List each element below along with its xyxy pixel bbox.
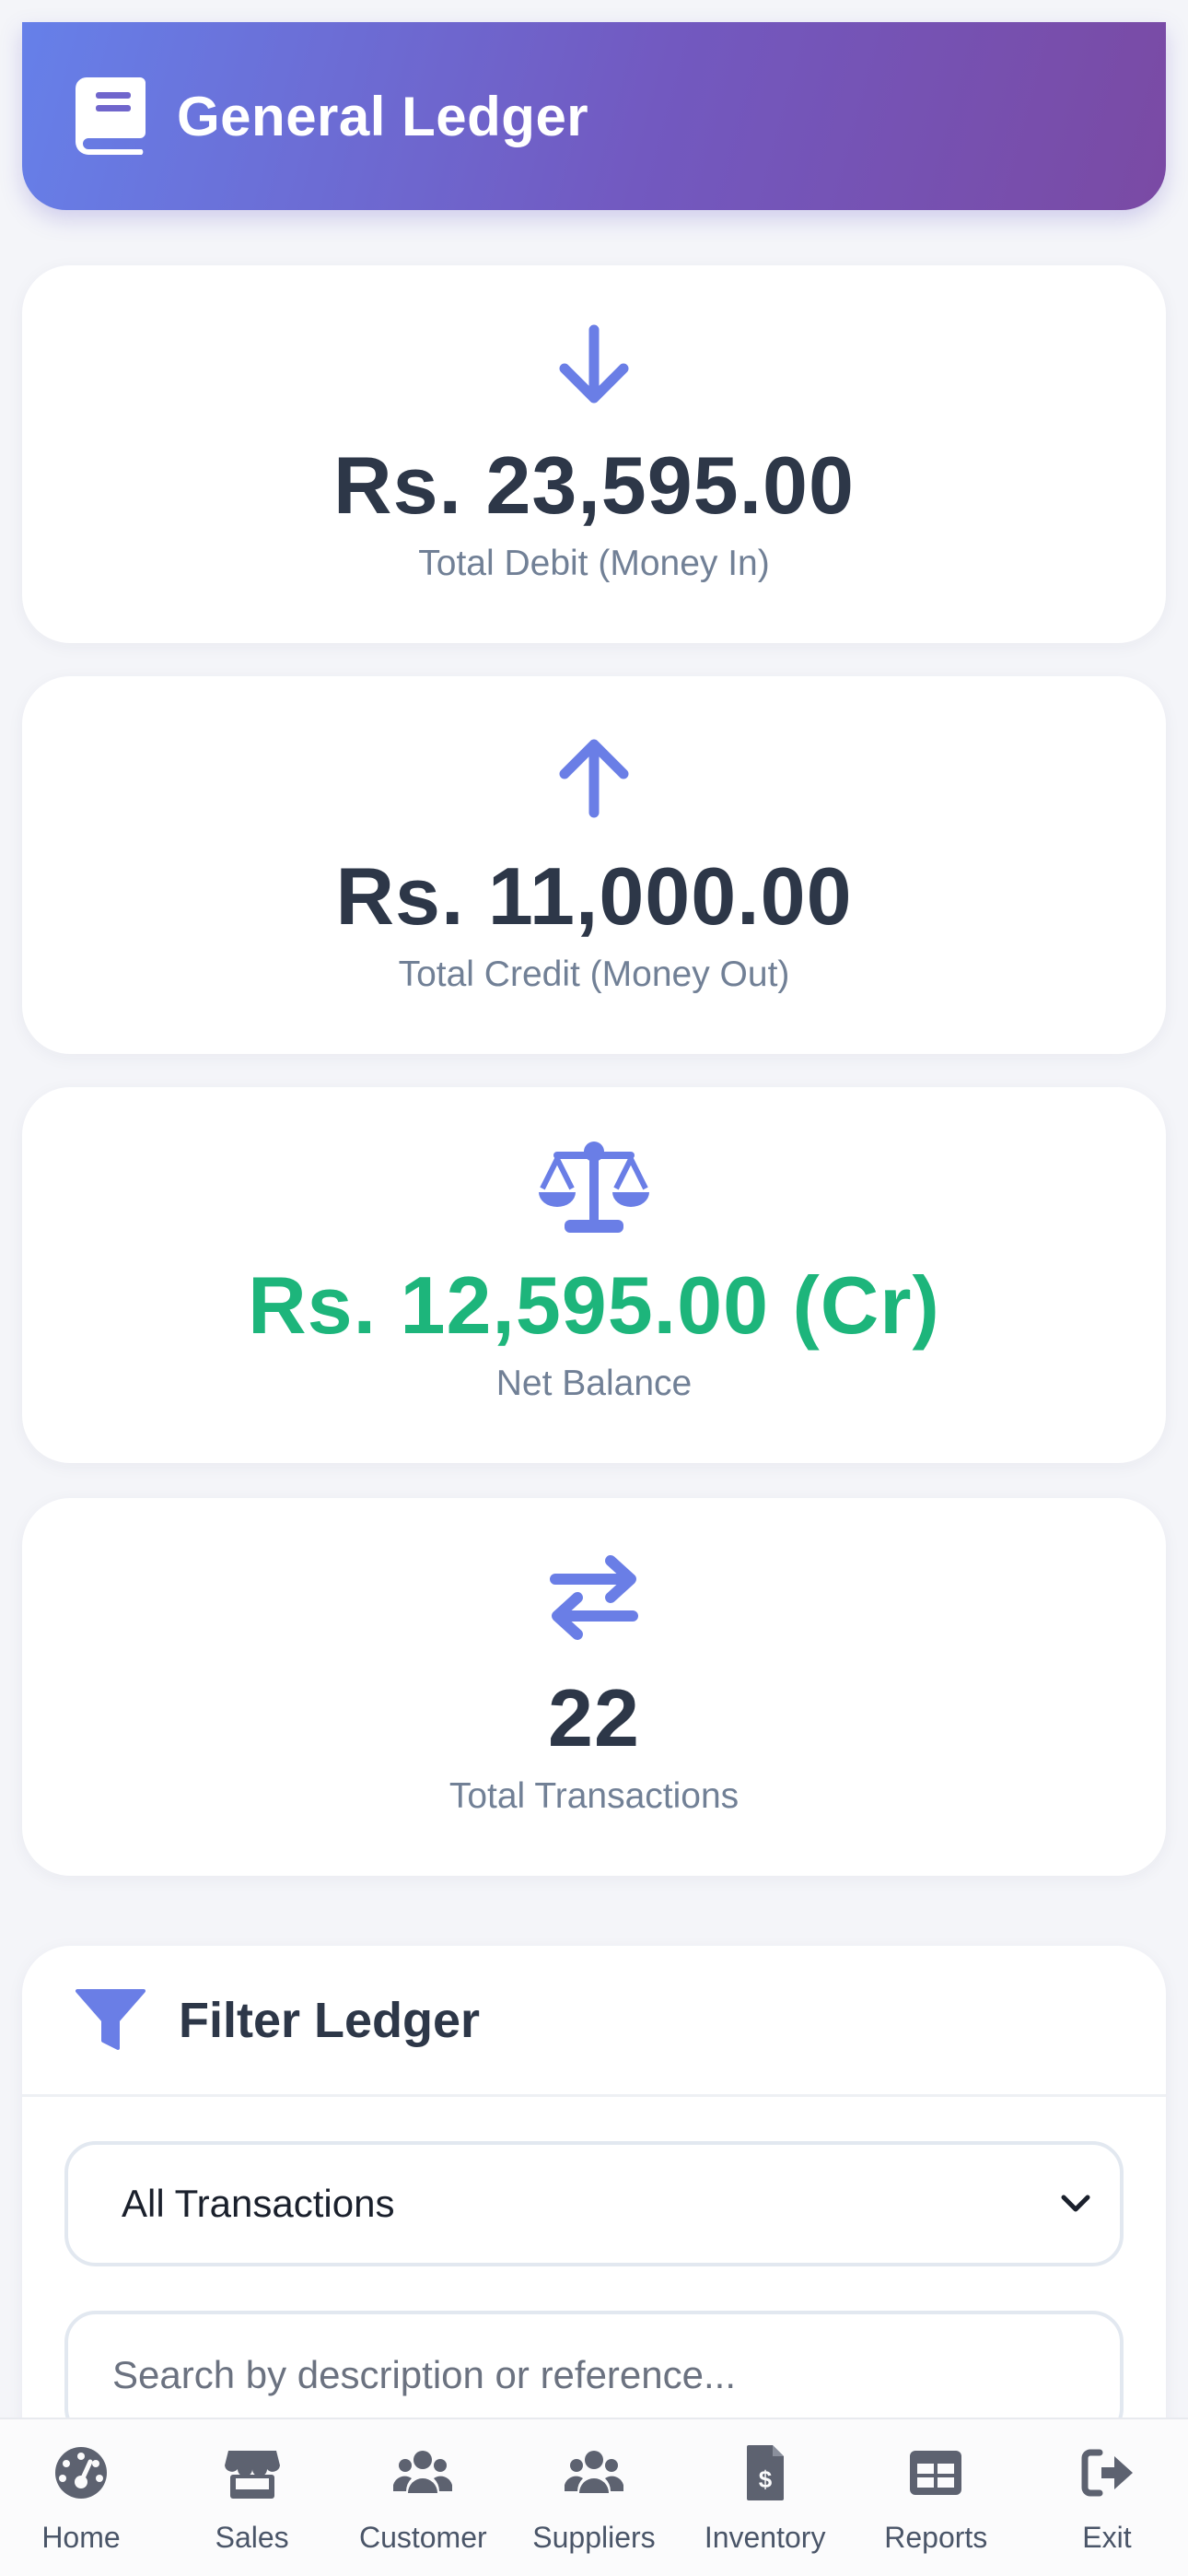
- table-icon: [910, 2451, 962, 2495]
- total-debit-label: Total Debit (Money In): [418, 544, 770, 583]
- store-icon: [224, 2451, 280, 2499]
- invoice-dollar-icon: $: [746, 2445, 784, 2500]
- nav-reports-label: Reports: [884, 2521, 988, 2554]
- nav-customer[interactable]: Customer: [358, 2419, 487, 2576]
- transaction-type-select[interactable]: All Transactions: [64, 2141, 1124, 2266]
- total-debit-value: Rs. 23,595.00: [333, 439, 855, 531]
- exchange-arrows-icon: [550, 1555, 638, 1640]
- sign-out-icon: [1081, 2449, 1133, 2497]
- total-credit-value: Rs. 11,000.00: [335, 850, 853, 942]
- net-balance-label: Net Balance: [495, 1364, 693, 1403]
- page-title: General Ledger: [177, 85, 589, 147]
- arrow-down-icon: [559, 324, 629, 404]
- filter-funnel-icon: [76, 1988, 146, 2050]
- net-balance-value: Rs. 12,595.00 (Cr): [248, 1259, 940, 1351]
- transaction-type-selected: All Transactions: [122, 2182, 395, 2225]
- filter-title: Filter Ledger: [179, 1992, 481, 2048]
- users-icon: [564, 2451, 623, 2493]
- total-transactions-label: Total Transactions: [448, 1776, 740, 1816]
- filter-header: Filter Ledger: [22, 1946, 1166, 2097]
- arrow-up-icon: [559, 739, 629, 818]
- nav-suppliers[interactable]: Suppliers: [530, 2419, 658, 2576]
- nav-inventory[interactable]: $ Inventory: [701, 2419, 830, 2576]
- nav-inventory-label: Inventory: [704, 2521, 826, 2554]
- nav-customer-label: Customer: [358, 2521, 487, 2554]
- nav-exit[interactable]: Exit: [1042, 2419, 1171, 2576]
- app-header: General Ledger: [22, 22, 1166, 210]
- total-credit-card: Rs. 11,000.00 Total Credit (Money Out): [22, 676, 1166, 1054]
- nav-home[interactable]: Home: [17, 2419, 146, 2576]
- total-debit-card: Rs. 23,595.00 Total Debit (Money In): [22, 265, 1166, 643]
- bottom-nav: Home Sales Customer Suppliers $ Inventor…: [0, 2418, 1188, 2576]
- total-transactions-card: 22 Total Transactions: [22, 1498, 1166, 1876]
- balance-scale-icon: [539, 1142, 649, 1233]
- total-credit-label: Total Credit (Money Out): [398, 954, 790, 994]
- nav-suppliers-label: Suppliers: [532, 2521, 656, 2554]
- ledger-page: General Ledger Rs. 23,595.00 Total Debit…: [0, 0, 1188, 2576]
- nav-sales-label: Sales: [215, 2521, 289, 2554]
- nav-reports[interactable]: Reports: [871, 2419, 1000, 2576]
- nav-exit-label: Exit: [1082, 2521, 1132, 2554]
- book-icon: [76, 77, 146, 155]
- net-balance-card: Rs. 12,595.00 (Cr) Net Balance: [22, 1087, 1166, 1463]
- gauge-icon: [55, 2447, 107, 2499]
- nav-sales[interactable]: Sales: [188, 2419, 317, 2576]
- svg-text:$: $: [758, 2465, 772, 2493]
- nav-home-label: Home: [41, 2521, 121, 2554]
- users-icon: [393, 2451, 453, 2493]
- chevron-down-icon: [1061, 2195, 1090, 2212]
- total-transactions-value: 22: [548, 1672, 640, 1763]
